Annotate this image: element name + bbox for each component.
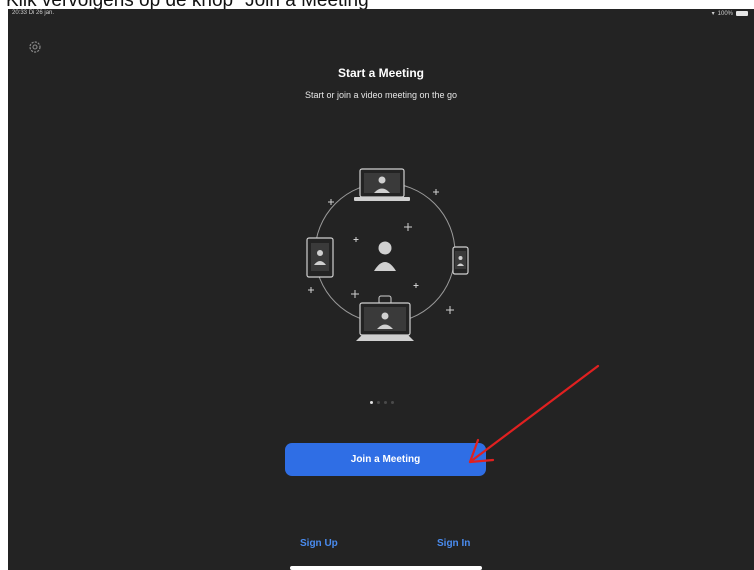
page-dot xyxy=(384,401,387,404)
page-dot xyxy=(377,401,380,404)
status-clock: 20:33 xyxy=(12,10,28,16)
tablet-icon xyxy=(306,237,334,278)
settings-button[interactable] xyxy=(27,39,43,55)
phone-icon xyxy=(452,246,469,275)
sign-up-link[interactable]: Sign Up xyxy=(300,538,338,549)
battery-icon xyxy=(736,11,748,16)
gear-icon xyxy=(29,41,41,53)
app-screen: 20:33 Di 26 jan. ▾ 100% Start a Meeting … xyxy=(8,9,754,570)
sign-in-link[interactable]: Sign In xyxy=(437,538,470,549)
battery-percentage: 100% xyxy=(717,10,733,17)
page-indicator xyxy=(370,401,394,404)
status-bar: 20:33 Di 26 jan. ▾ 100% xyxy=(8,9,754,19)
wifi-icon: ▾ xyxy=(711,11,715,17)
status-time: 20:33 Di 26 jan. xyxy=(12,10,54,16)
laptop-icon xyxy=(354,168,410,201)
meeting-illustration xyxy=(306,168,469,341)
page-title: Start a Meeting xyxy=(337,66,424,80)
home-indicator xyxy=(290,566,482,570)
page-dot xyxy=(391,401,394,404)
status-date: Di 26 jan. xyxy=(28,10,55,16)
status-right: ▾ 100% xyxy=(712,10,748,17)
page-dot-active xyxy=(370,401,373,404)
center-person-icon xyxy=(374,241,396,271)
conference-screen-icon xyxy=(356,295,414,341)
red-annotation-arrow-icon xyxy=(468,364,600,464)
page-subtitle: Start or join a video meeting on the go xyxy=(304,90,458,100)
